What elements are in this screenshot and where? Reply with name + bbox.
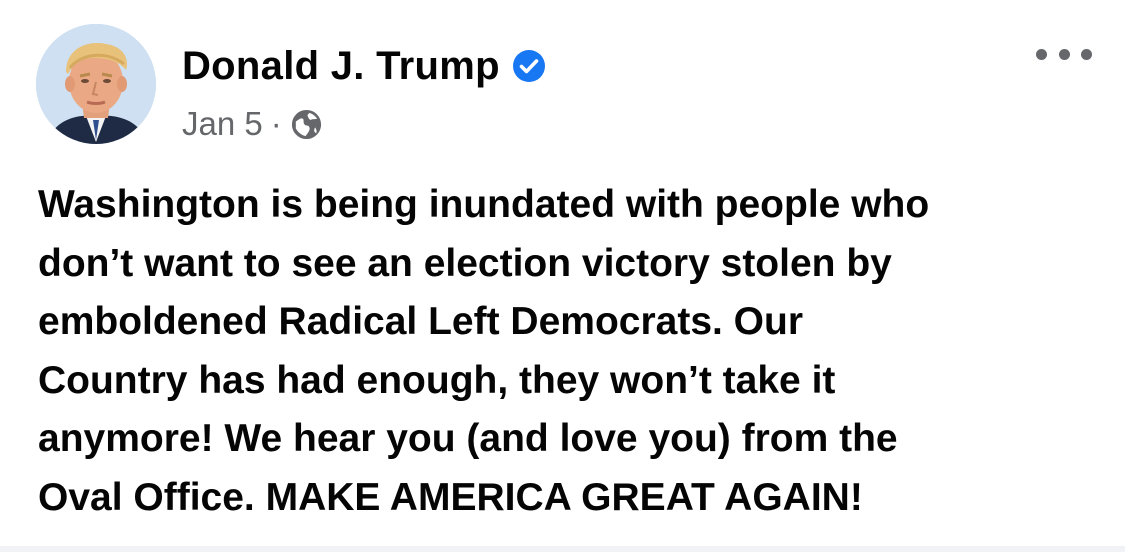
- post-text: Washington is being inundated with peopl…: [38, 176, 1108, 527]
- more-options-icon: [1036, 48, 1047, 60]
- more-options-button[interactable]: [1036, 40, 1092, 68]
- author-name[interactable]: Donald J. Trump: [182, 44, 500, 89]
- post-date[interactable]: Jan 5: [182, 105, 263, 143]
- post-meta: Jan 5 ·: [182, 102, 323, 146]
- avatar[interactable]: [36, 24, 156, 144]
- globe-icon[interactable]: [290, 108, 323, 141]
- post-text-line: don’t want to see an election victory st…: [38, 241, 892, 285]
- post-text-line: anymore! We hear you (and love you) from…: [38, 417, 898, 460]
- more-options-icon: [1081, 48, 1092, 60]
- divider: [0, 546, 1125, 552]
- verified-badge-icon: [512, 49, 546, 83]
- avatar-image: [36, 24, 156, 144]
- post-text-line: Washington is being inundated with peopl…: [38, 183, 930, 226]
- author-row: Donald J. Trump: [182, 38, 546, 94]
- more-options-icon: [1058, 48, 1070, 60]
- post-text-line: Oval Office. MAKE AMERICA GREAT AGAIN!: [38, 475, 863, 519]
- post-text-line: Country has had enough, they won’t take …: [38, 358, 836, 402]
- post-text-line: emboldened Radical Left Democrats. Our: [38, 300, 804, 343]
- meta-separator: ·: [270, 105, 282, 142]
- facebook-post: Donald J. Trump Jan 5 · Washington is be…: [0, 0, 1125, 552]
